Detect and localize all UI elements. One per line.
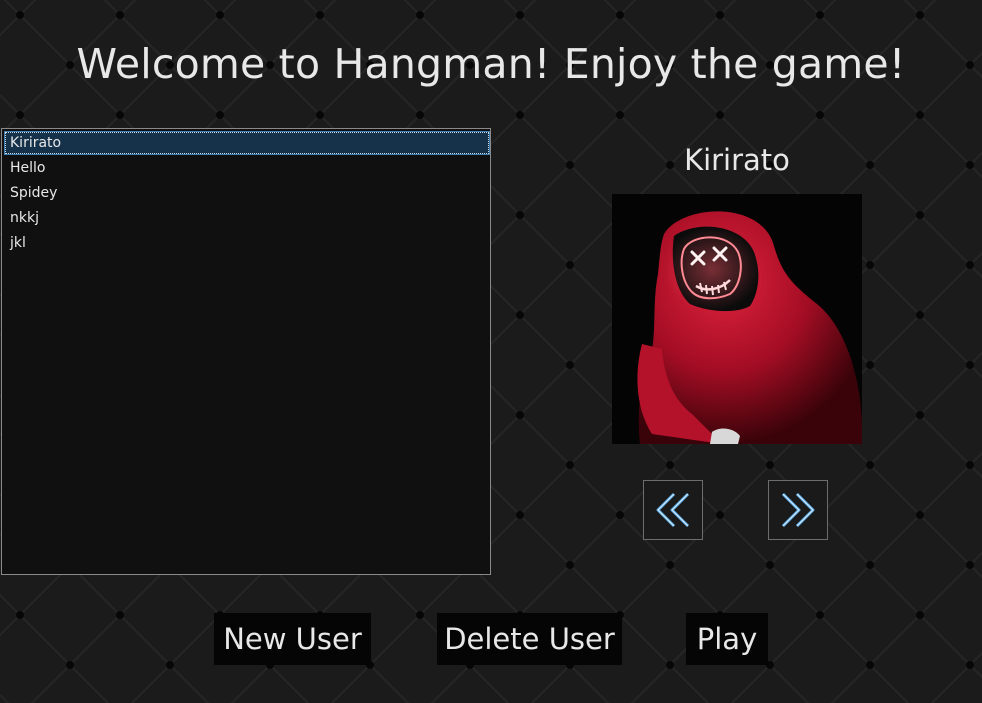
user-list-item[interactable]: nkkj [4,206,490,230]
new-user-button[interactable]: New User [214,613,371,665]
user-list-item[interactable]: jkl [4,231,490,255]
delete-user-button[interactable]: Delete User [437,613,622,665]
avatar [612,194,862,444]
user-list[interactable]: Kirirato Hello Spidey nkkj jkl [1,128,491,575]
welcome-title: Welcome to Hangman! Enjoy the game! [76,40,906,88]
hooded-figure-avatar-image [612,194,862,444]
next-avatar-button[interactable] [768,480,828,540]
play-button[interactable]: Play [686,613,768,665]
previous-avatar-button[interactable] [643,480,703,540]
double-chevron-left-icon [656,492,690,528]
user-list-item[interactable]: Hello [4,156,490,180]
selected-user-name: Kirirato [684,143,790,177]
user-list-item-selected[interactable]: Kirirato [4,131,490,155]
double-chevron-right-icon [781,492,815,528]
user-list-item[interactable]: Spidey [4,181,490,205]
